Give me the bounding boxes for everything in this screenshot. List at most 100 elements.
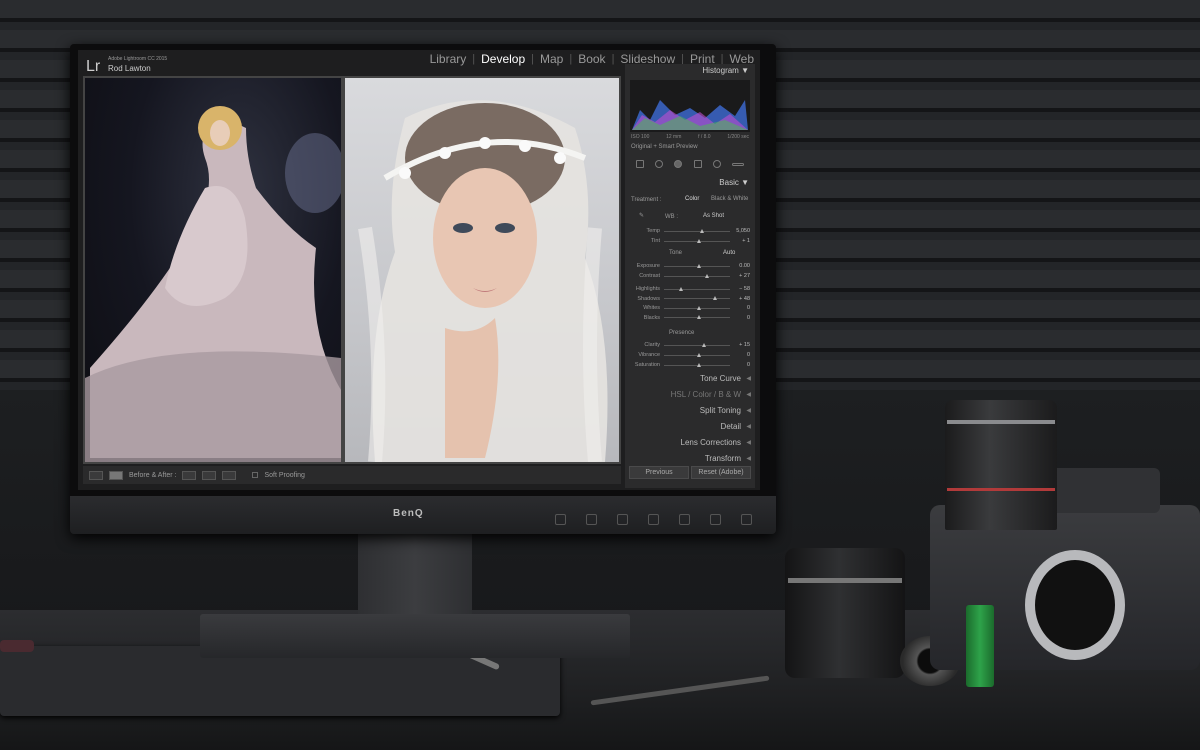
slider-value[interactable]: − 58 (730, 286, 750, 292)
slider-value[interactable]: 0 (730, 352, 750, 358)
adjustment-brush-icon[interactable] (732, 162, 745, 166)
soft-proofing-checkbox[interactable] (252, 472, 259, 478)
slider-knob[interactable] (704, 273, 709, 278)
slider-value[interactable]: + 27 (730, 273, 750, 279)
slider-track[interactable] (664, 273, 730, 278)
slider-value[interactable]: 0 (730, 305, 750, 311)
slider-value[interactable]: 0 (730, 315, 750, 321)
before-after-view[interactable] (83, 76, 621, 464)
slider-label: Highlights (635, 286, 660, 292)
basic-header[interactable]: Basic ▼ (719, 178, 749, 187)
wb-select[interactable]: As Shot (703, 213, 724, 219)
monitor-button[interactable] (586, 514, 597, 525)
monitor-button[interactable] (617, 514, 628, 525)
slider-knob[interactable] (697, 238, 701, 243)
histogram-info: ISO 100 12 mm f / 8.0 1/200 sec (631, 134, 749, 140)
presence-label: Presence (669, 330, 695, 336)
slider-temp[interactable]: Temp 5,050 (630, 228, 750, 234)
histogram-graph (632, 100, 748, 130)
module-map[interactable]: Map (534, 52, 569, 66)
module-library[interactable]: Library (424, 52, 473, 66)
slider-shadows[interactable]: Shadows + 48 (630, 296, 750, 302)
smart-preview-status: Original + Smart Preview (631, 144, 698, 150)
slider-knob[interactable] (712, 296, 717, 300)
monitor-button[interactable] (679, 514, 690, 525)
graduated-filter-icon[interactable] (693, 160, 702, 168)
wb-label: WB : (665, 214, 678, 220)
transform-header[interactable]: Transform (705, 454, 741, 463)
monitor-button[interactable] (710, 514, 721, 525)
red-eye-tool-icon[interactable] (674, 160, 683, 168)
copy-after-button[interactable] (222, 470, 237, 480)
slider-track[interactable] (664, 286, 730, 291)
before-photo[interactable] (85, 78, 341, 462)
treatment-color[interactable]: Color (685, 196, 699, 202)
slider-value[interactable]: + 1 (730, 238, 750, 244)
loupe-view-button[interactable] (89, 470, 103, 480)
hsl-header[interactable]: HSL / Color / B & W (671, 390, 741, 399)
copy-before-button[interactable] (202, 470, 217, 480)
module-develop[interactable]: Develop (475, 52, 531, 66)
slider-track[interactable] (664, 362, 730, 367)
slider-vibrance[interactable]: Vibrance 0 (630, 352, 750, 358)
develop-toolbar: Before & After : Soft Proofing (83, 466, 621, 484)
treatment-bw[interactable]: Black & White (711, 196, 748, 202)
detail-header[interactable]: Detail (721, 422, 741, 431)
lens-corrections-header[interactable]: Lens Corrections (681, 438, 741, 447)
tone-curve-header[interactable]: Tone Curve (700, 374, 741, 383)
reset-button[interactable]: Reset (Adobe) (691, 466, 751, 479)
slider-knob[interactable] (697, 315, 701, 319)
slider-track[interactable] (664, 352, 730, 357)
slider-track[interactable] (664, 315, 730, 319)
camera-lens (785, 548, 905, 678)
slider-saturation[interactable]: Saturation 0 (630, 362, 750, 368)
slider-blacks[interactable]: Blacks 0 (630, 315, 750, 321)
split-toning-header[interactable]: Split Toning (700, 406, 741, 415)
power-button[interactable] (741, 514, 752, 525)
slider-track[interactable] (664, 238, 730, 243)
develop-right-panel: Histogram ▼ ISO 100 12 mm f / 8.0 1/200 … (625, 64, 755, 488)
slider-exposure[interactable]: Exposure 0.00 (630, 263, 750, 269)
previous-button[interactable]: Previous (629, 466, 689, 479)
slider-knob[interactable] (697, 352, 701, 357)
slider-value[interactable]: + 15 (730, 342, 750, 348)
slider-knob[interactable] (700, 228, 705, 233)
slider-value[interactable]: + 48 (730, 296, 750, 302)
slider-knob[interactable] (702, 342, 707, 347)
slider-whites[interactable]: Whites 0 (630, 305, 750, 311)
swap-button[interactable] (182, 470, 197, 480)
slider-value[interactable]: 0.00 (730, 263, 750, 269)
slider-value[interactable]: 5,050 (730, 228, 750, 234)
eyedropper-icon[interactable]: ✎ (639, 212, 644, 219)
monitor-button[interactable] (555, 514, 566, 525)
spot-removal-tool-icon[interactable] (654, 160, 663, 168)
tone-auto-button[interactable]: Auto (723, 250, 735, 256)
slider-highlights[interactable]: Highlights − 58 (630, 286, 750, 292)
slider-track[interactable] (664, 263, 730, 268)
histogram-header[interactable]: Histogram ▼ (702, 66, 749, 75)
slider-track[interactable] (664, 342, 730, 347)
after-photo[interactable] (345, 78, 619, 462)
monitor-button[interactable] (648, 514, 659, 525)
slider-contrast[interactable]: Contrast + 27 (630, 273, 750, 279)
slider-knob[interactable] (678, 286, 683, 291)
slider-track[interactable] (664, 305, 730, 310)
collapse-triangle-icon: ▼ (741, 178, 749, 187)
basic-title: Basic (719, 178, 739, 187)
radial-filter-icon[interactable] (712, 160, 721, 168)
slider-track[interactable] (664, 228, 730, 233)
slider-clarity[interactable]: Clarity + 15 (630, 342, 750, 348)
soft-proofing-label: Soft Proofing (264, 471, 305, 479)
crop-tool-icon[interactable] (635, 160, 644, 168)
histogram[interactable] (630, 80, 750, 132)
slider-knob[interactable] (697, 263, 701, 268)
slider-value[interactable]: 0 (730, 362, 750, 368)
slider-knob[interactable] (697, 362, 701, 367)
before-after-view-button[interactable] (109, 470, 123, 480)
slider-track[interactable] (664, 296, 730, 300)
slider-tint[interactable]: Tint + 1 (630, 238, 750, 244)
focal-length: 12 mm (666, 134, 682, 140)
module-book[interactable]: Book (572, 52, 611, 66)
slider-knob[interactable] (697, 305, 701, 310)
slider-label: Tint (651, 238, 660, 244)
